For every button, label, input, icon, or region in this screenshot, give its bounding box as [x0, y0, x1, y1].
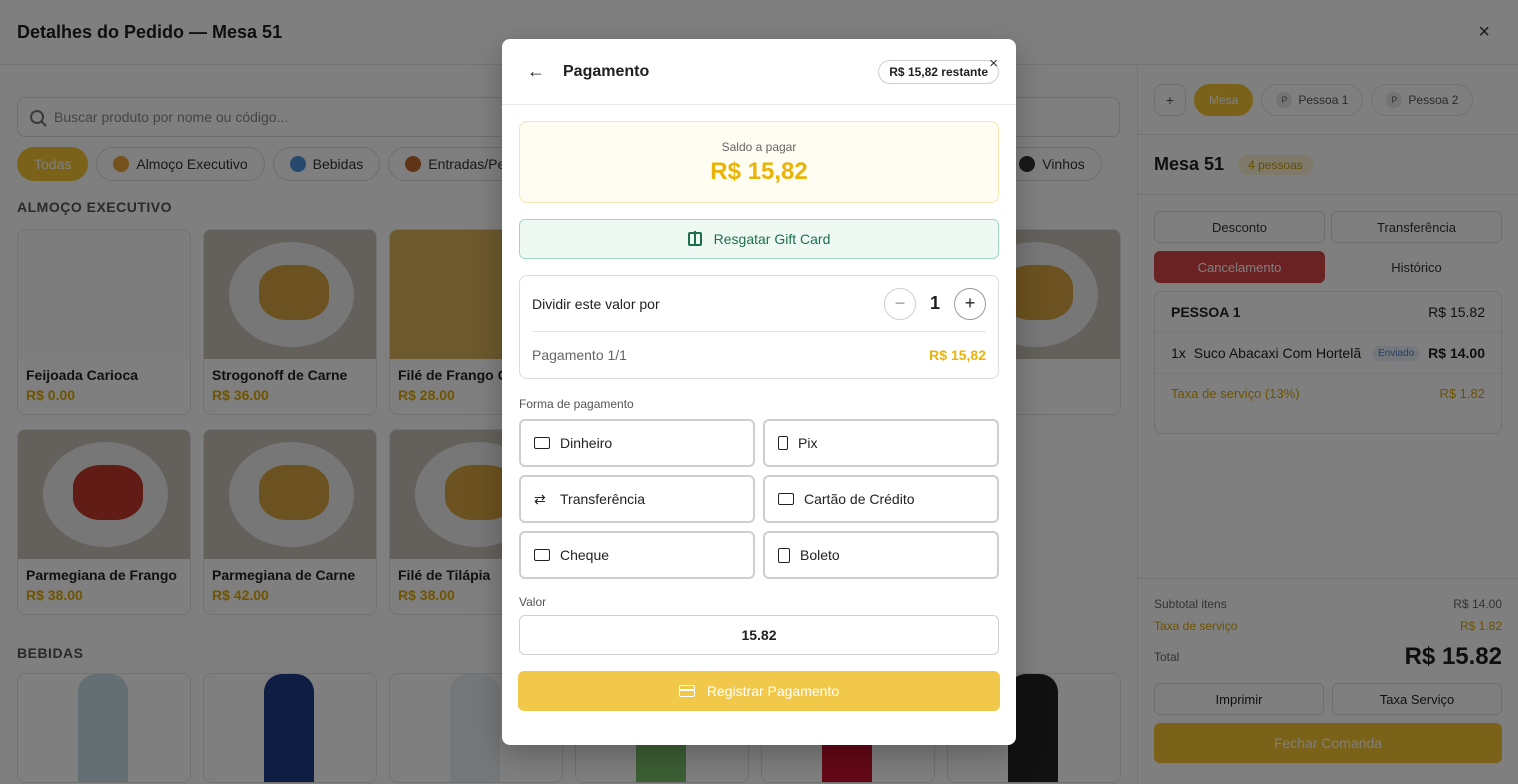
register-label: Registrar Pagamento	[706, 683, 840, 699]
amount-input[interactable]	[519, 615, 999, 655]
balance-box: Saldo a pagar R$ 15,82	[519, 121, 999, 203]
method-label: Cheque	[560, 547, 610, 563]
payment-method-label: Forma de pagamento	[519, 397, 634, 411]
method-label: Dinheiro	[560, 435, 613, 451]
credit-card-icon	[678, 685, 695, 697]
cash-icon	[534, 437, 550, 449]
transfer-icon: ⇄	[534, 491, 546, 507]
method-cartao-credito[interactable]: Cartão de Crédito	[763, 475, 999, 523]
split-label: Dividir este valor por	[532, 295, 660, 312]
payment-methods: Dinheiro Pix ⇄ Transferência Cartão de C…	[519, 419, 999, 579]
cheque-icon	[534, 549, 550, 561]
redeem-gift-card-button[interactable]: Resgatar Gift Card	[519, 219, 999, 259]
payment-modal: ← Pagamento R$ 15,82 restante × Saldo a …	[502, 39, 1016, 745]
method-cheque[interactable]: Cheque	[519, 531, 755, 579]
gift-icon	[687, 231, 702, 246]
method-dinheiro[interactable]: Dinheiro	[519, 419, 755, 467]
close-icon[interactable]: ×	[989, 55, 998, 72]
amount-label: Valor	[519, 595, 547, 609]
method-boleto[interactable]: Boleto	[763, 531, 999, 579]
minus-button[interactable]: −	[883, 287, 916, 320]
plus-button[interactable]: +	[954, 287, 986, 320]
receipt-icon	[778, 547, 790, 563]
installment-amount: R$ 15,82	[929, 347, 986, 363]
method-transferencia[interactable]: ⇄ Transferência	[519, 475, 755, 523]
split-box: Dividir este valor por − 1 + Pagamento 1…	[519, 275, 999, 379]
modal-title: Pagamento	[563, 62, 650, 80]
payment-installment-row: Pagamento 1/1 R$ 15,82	[532, 332, 986, 378]
modal-header: ← Pagamento R$ 15,82 restante ×	[502, 39, 1016, 105]
split-stepper: − 1 +	[883, 287, 986, 320]
phone-icon	[778, 436, 788, 450]
method-pix[interactable]: Pix	[763, 419, 999, 467]
installment-label: Pagamento 1/1	[532, 347, 627, 363]
split-row: Dividir este valor por − 1 +	[532, 276, 986, 332]
back-arrow-icon[interactable]: ←	[527, 61, 547, 82]
remaining-badge: R$ 15,82 restante	[878, 59, 999, 84]
split-count: 1	[929, 293, 940, 313]
modal-body: Saldo a pagar R$ 15,82 Resgatar Gift Car…	[502, 105, 1016, 711]
balance-label: Saldo a pagar	[721, 140, 797, 154]
method-label: Pix	[798, 435, 818, 451]
method-label: Boleto	[800, 547, 840, 563]
method-label: Transferência	[560, 491, 646, 507]
credit-card-icon	[778, 493, 794, 505]
register-payment-button[interactable]: Registrar Pagamento	[518, 671, 1000, 711]
gift-card-label: Resgatar Gift Card	[713, 231, 831, 247]
method-label: Cartão de Crédito	[804, 491, 915, 507]
balance-value: R$ 15,82	[710, 158, 808, 185]
